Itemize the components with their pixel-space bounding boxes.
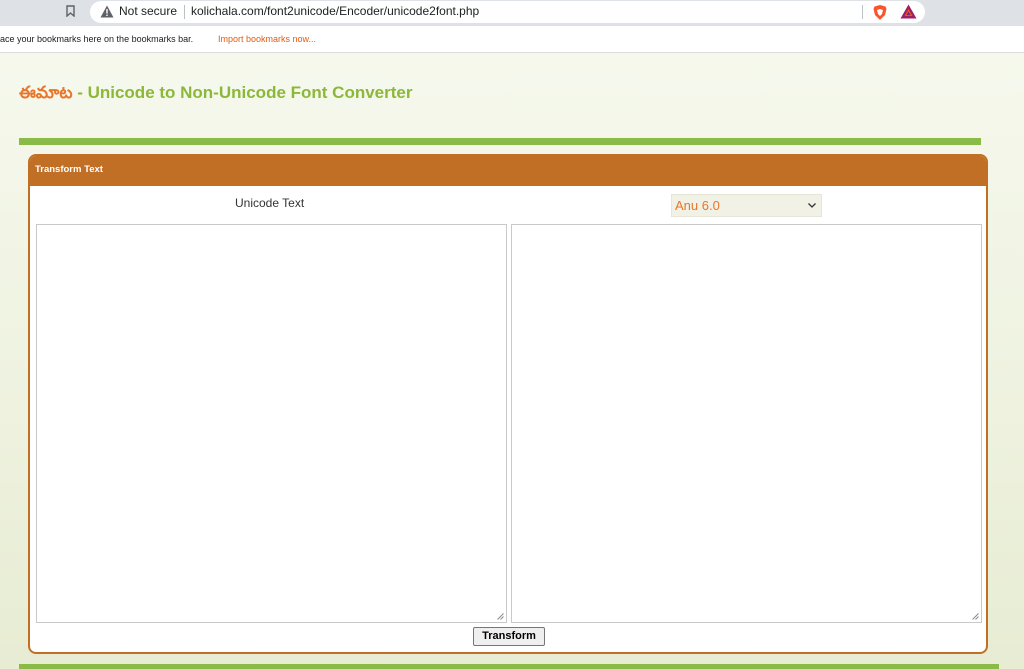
font-select-value: Anu 6.0 xyxy=(675,198,720,213)
font-select[interactable]: Anu 6.0 xyxy=(671,194,822,217)
page-title: ఈమాట - Unicode to Non-Unicode Font Conve… xyxy=(19,83,412,107)
divider xyxy=(184,5,185,19)
unicode-input-textarea[interactable] xyxy=(36,224,507,623)
bookmarks-bar-message: ace your bookmarks here on the bookmarks… xyxy=(0,34,194,44)
bookmarks-bar: ace your bookmarks here on the bookmarks… xyxy=(0,26,1024,53)
import-bookmarks-link[interactable]: Import bookmarks now... xyxy=(218,34,316,44)
transform-button[interactable]: Transform xyxy=(473,627,545,646)
url-text[interactable]: kolichala.com/font2unicode/Encoder/unico… xyxy=(191,4,479,18)
site-logo-text[interactable]: ఈమాట xyxy=(19,83,72,102)
browser-toolbar: Not secure kolichala.com/font2unicode/En… xyxy=(0,0,1024,26)
resize-handle-icon[interactable] xyxy=(972,613,979,620)
brave-rewards-icon[interactable] xyxy=(900,4,917,19)
security-status[interactable]: Not secure xyxy=(119,4,177,18)
resize-handle-icon[interactable] xyxy=(497,613,504,620)
header-divider xyxy=(19,138,981,145)
address-bar[interactable]: Not secure kolichala.com/font2unicode/En… xyxy=(90,1,925,23)
page-title-text: - Unicode to Non-Unicode Font Converter xyxy=(77,83,413,102)
panel-header-title: Transform Text xyxy=(35,164,103,175)
transform-panel: Transform Text Unicode Text Anu 6.0 Tran… xyxy=(28,154,988,654)
panel-header: Transform Text xyxy=(30,156,986,186)
chevron-down-icon xyxy=(808,203,816,208)
footer-divider xyxy=(19,664,999,669)
warning-icon[interactable] xyxy=(100,5,114,18)
bookmark-icon[interactable] xyxy=(66,5,75,17)
font-output-textarea[interactable] xyxy=(511,224,982,623)
divider xyxy=(862,5,863,19)
unicode-text-label: Unicode Text xyxy=(235,196,305,210)
brave-shields-icon[interactable] xyxy=(872,4,888,21)
